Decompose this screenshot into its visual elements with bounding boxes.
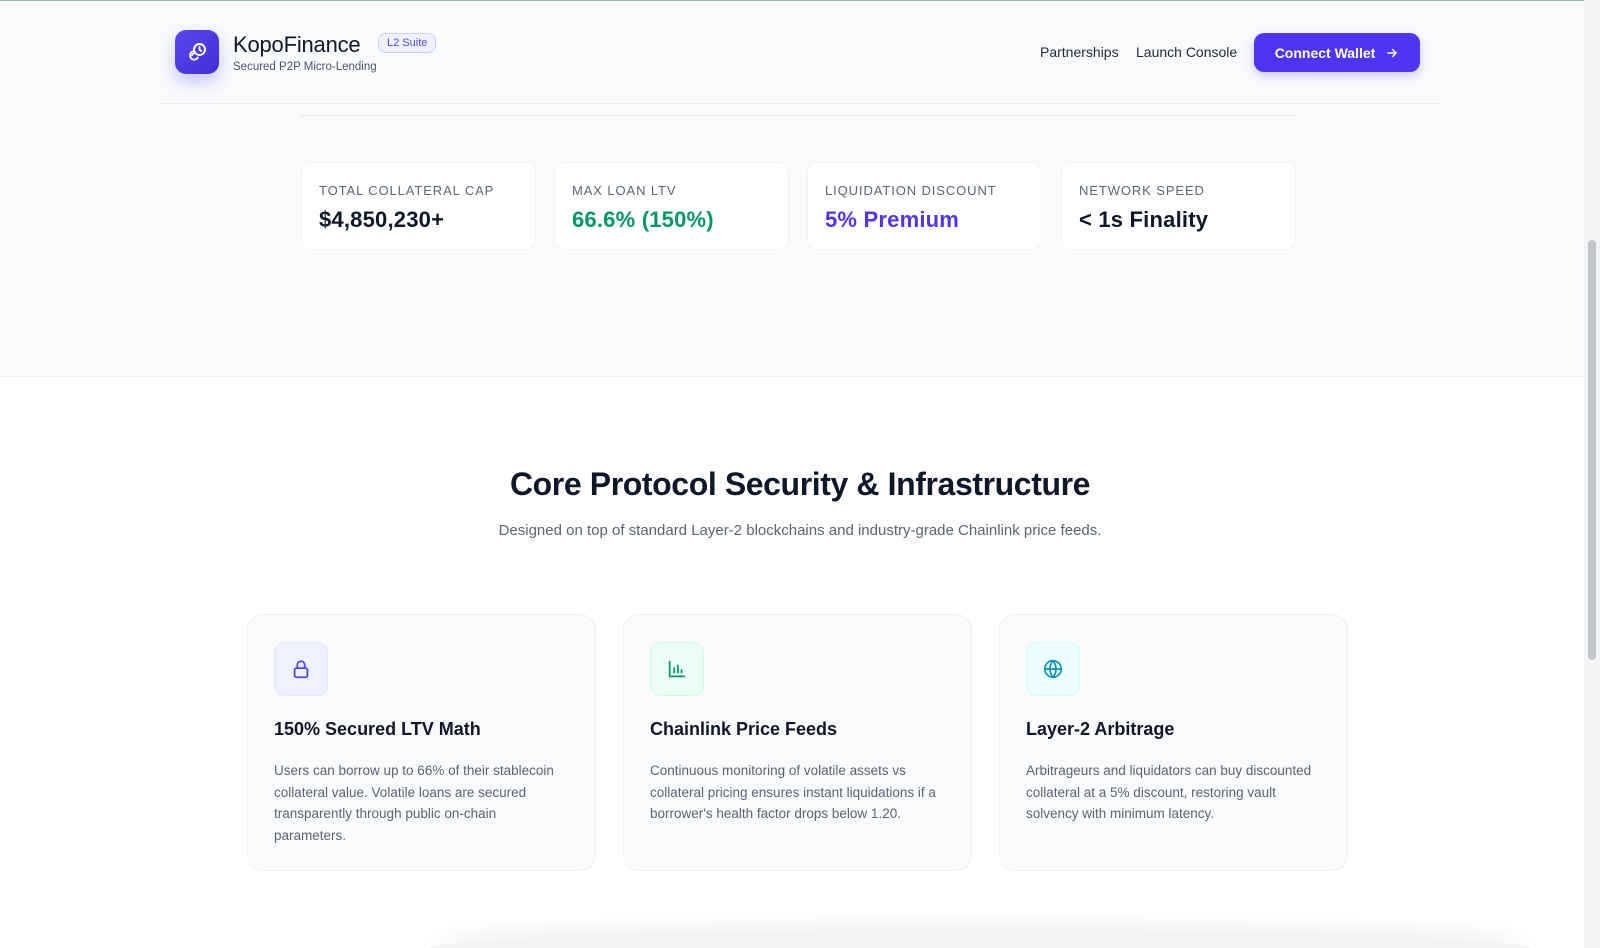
brand-badge: L2 Suite	[378, 33, 437, 53]
scrollbar-thumb[interactable]	[1588, 240, 1596, 660]
stat-value: $4,850,230+	[319, 207, 445, 232]
feature-title: Chainlink Price Feeds	[650, 719, 838, 739]
feature-title: Layer-2 Arbitrage	[1026, 719, 1175, 739]
brand-tagline: Secured P2P Micro-Lending	[233, 61, 377, 73]
section-subtitle: Designed on top of standard Layer-2 bloc…	[498, 522, 1102, 539]
stat-label: MAX LOAN LTV	[572, 183, 677, 198]
logo[interactable]	[175, 30, 219, 74]
stat-value: < 1s Finality	[1079, 207, 1209, 232]
feature-card-ltv: 150% Secured LTV Math Users can borrow u…	[247, 614, 596, 871]
stat-card-max-ltv: MAX LOAN LTV 66.6% (150%)	[554, 162, 789, 250]
feature-desc: Arbitrageurs and liquidators can buy dis…	[1026, 763, 1312, 821]
feature-desc: Continuous monitoring of volatile assets…	[650, 763, 936, 821]
nav-link-launch-console[interactable]: Launch Console	[1136, 44, 1237, 60]
stat-label: NETWORK SPEED	[1079, 183, 1205, 198]
section-title: Core Protocol Security & Infrastructure	[509, 466, 1091, 502]
next-section-shadow	[430, 933, 1530, 948]
bar-chart-icon	[668, 660, 686, 678]
feature-icon-box	[1026, 642, 1080, 696]
stat-label: LIQUIDATION DISCOUNT	[825, 183, 997, 198]
stat-value: 66.6% (150%)	[572, 207, 714, 232]
connect-wallet-label: Connect Wallet	[1274, 44, 1376, 61]
site-header: KopoFinance L2 Suite Secured P2P Micro-L…	[160, 14, 1440, 104]
lock-icon	[293, 660, 309, 679]
feature-desc: Users can borrow up to 66% of their stab…	[274, 763, 554, 843]
stat-value: 5% Premium	[825, 207, 960, 232]
globe-icon	[1043, 659, 1063, 679]
stat-label: TOTAL COLLATERAL CAP	[319, 183, 495, 198]
feature-card-price-feeds: Chainlink Price Feeds Continuous monitor…	[623, 614, 972, 871]
hero-divider	[300, 115, 1296, 116]
feature-icon-box	[650, 642, 704, 696]
stat-card-network-speed: NETWORK SPEED < 1s Finality	[1061, 162, 1296, 250]
nav-link-partnerships[interactable]: Partnerships	[1040, 44, 1119, 60]
link-clock-icon	[189, 43, 206, 61]
stat-card-liquidation-discount: LIQUIDATION DISCOUNT 5% Premium	[807, 162, 1042, 250]
feature-title: 150% Secured LTV Math	[274, 719, 481, 739]
page: KopoFinance L2 Suite Secured P2P Micro-L…	[0, 0, 1600, 948]
brand-name: KopoFinance	[233, 32, 361, 57]
feature-card-arbitrage: Layer-2 Arbitrage Arbitrageurs and liqui…	[999, 614, 1348, 871]
arrow-right-icon	[1387, 48, 1398, 57]
feature-icon-box	[274, 642, 328, 696]
connect-wallet-button[interactable]: Connect Wallet	[1254, 33, 1420, 72]
stat-card-collateral-cap: TOTAL COLLATERAL CAP $4,850,230+	[301, 162, 536, 250]
stats-row: TOTAL COLLATERAL CAP $4,850,230+ MAX LOA…	[301, 162, 1296, 250]
